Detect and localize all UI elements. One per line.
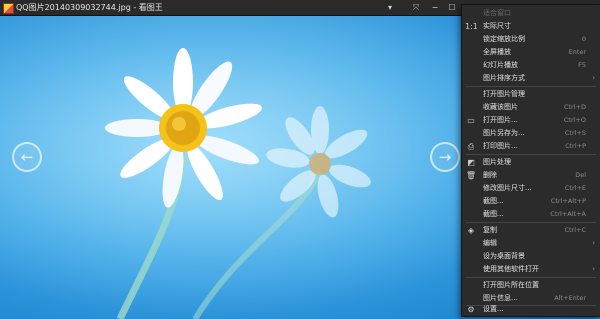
edit-image-icon: ◩ <box>467 158 475 167</box>
previous-image-button[interactable]: ← <box>12 142 42 172</box>
chevron-right-icon: › <box>592 265 595 273</box>
menu-item-sort-order[interactable]: 图片排序方式 › <box>462 73 600 84</box>
arrow-right-icon: → <box>438 148 452 166</box>
menu-divider <box>466 154 596 155</box>
menu-item-open-with[interactable]: 使用其他软件打开 › <box>462 264 600 275</box>
gear-icon: ⚙ <box>467 305 475 314</box>
menu-item-slideshow[interactable]: 幻灯片播放 F5 <box>462 60 600 71</box>
menu-item-favorite[interactable]: 收藏该图片 Ctrl+D <box>462 102 600 113</box>
menu-divider <box>466 86 596 87</box>
menu-item-print[interactable]: ⎙ 打印图片... Ctrl+P <box>462 141 600 152</box>
layers-icon: ◈ <box>467 226 475 235</box>
dropdown-icon[interactable]: ▾ <box>383 1 397 14</box>
arrow-left-icon: ← <box>20 148 34 166</box>
folder-icon: ▭ <box>467 116 475 125</box>
menu-item-image-process[interactable]: ◩ 图片处理 <box>462 157 600 168</box>
menu-item-lock-zoom[interactable]: 锁定缩放比例 0 <box>462 34 600 45</box>
menu-divider <box>466 277 596 278</box>
menu-item-settings[interactable]: ⚙ 设置... <box>462 304 600 315</box>
menu-item-image-info[interactable]: 图片信息... Alt+Enter <box>462 293 600 304</box>
menu-item-save-as[interactable]: 图片另存为... Ctrl+S <box>462 128 600 139</box>
menu-item-open-location[interactable]: 打开图片所在位置 <box>462 280 600 291</box>
menu-item-edit[interactable]: 编辑 › <box>462 238 600 249</box>
menu-item-set-wallpaper[interactable]: 设为桌面背景 <box>462 251 600 262</box>
menu-item-copy[interactable]: ◈ 复制 Ctrl+C <box>462 225 600 236</box>
printer-icon: ⎙ <box>467 142 475 151</box>
maximize-button[interactable]: ☐ <box>445 1 459 14</box>
menu-item-fit-window[interactable]: 适合窗口 <box>462 8 600 19</box>
chevron-right-icon: › <box>592 74 595 82</box>
trash-icon: 🗑 <box>465 171 477 180</box>
window-title: QQ图片20140309032744.jpg - 看图王 <box>16 3 163 12</box>
menu-item-screenshot-p[interactable]: 截图... Ctrl+Alt+P <box>462 196 600 207</box>
menu-item-actual-size[interactable]: 1:1 实际尺寸 <box>462 21 600 32</box>
menu-item-delete[interactable]: 🗑 删除 Del <box>462 170 600 181</box>
menu-item-image-manager[interactable]: 打开图片管理 <box>462 89 600 100</box>
menu-divider <box>466 222 596 223</box>
next-image-button[interactable]: → <box>430 142 460 172</box>
minimize-button[interactable]: − <box>428 1 442 14</box>
menu-item-resize[interactable]: 修改图片尺寸... Ctrl+E <box>462 183 600 194</box>
context-menu: 适合窗口 1:1 实际尺寸 锁定缩放比例 0 全屏播放 Enter 幻灯片播放 … <box>461 4 600 317</box>
menu-item-open-image[interactable]: ▭ 打开图片... Ctrl+O <box>462 115 600 126</box>
menu-item-screenshot-a[interactable]: 截图... Ctrl+Alt+A <box>462 209 600 220</box>
chevron-right-icon: › <box>592 239 595 247</box>
app-icon <box>3 3 14 14</box>
fit-screen-icon[interactable]: ⤧ <box>409 1 423 14</box>
actual-size-icon: 1:1 <box>465 22 478 31</box>
menu-item-fullscreen[interactable]: 全屏播放 Enter <box>462 47 600 58</box>
